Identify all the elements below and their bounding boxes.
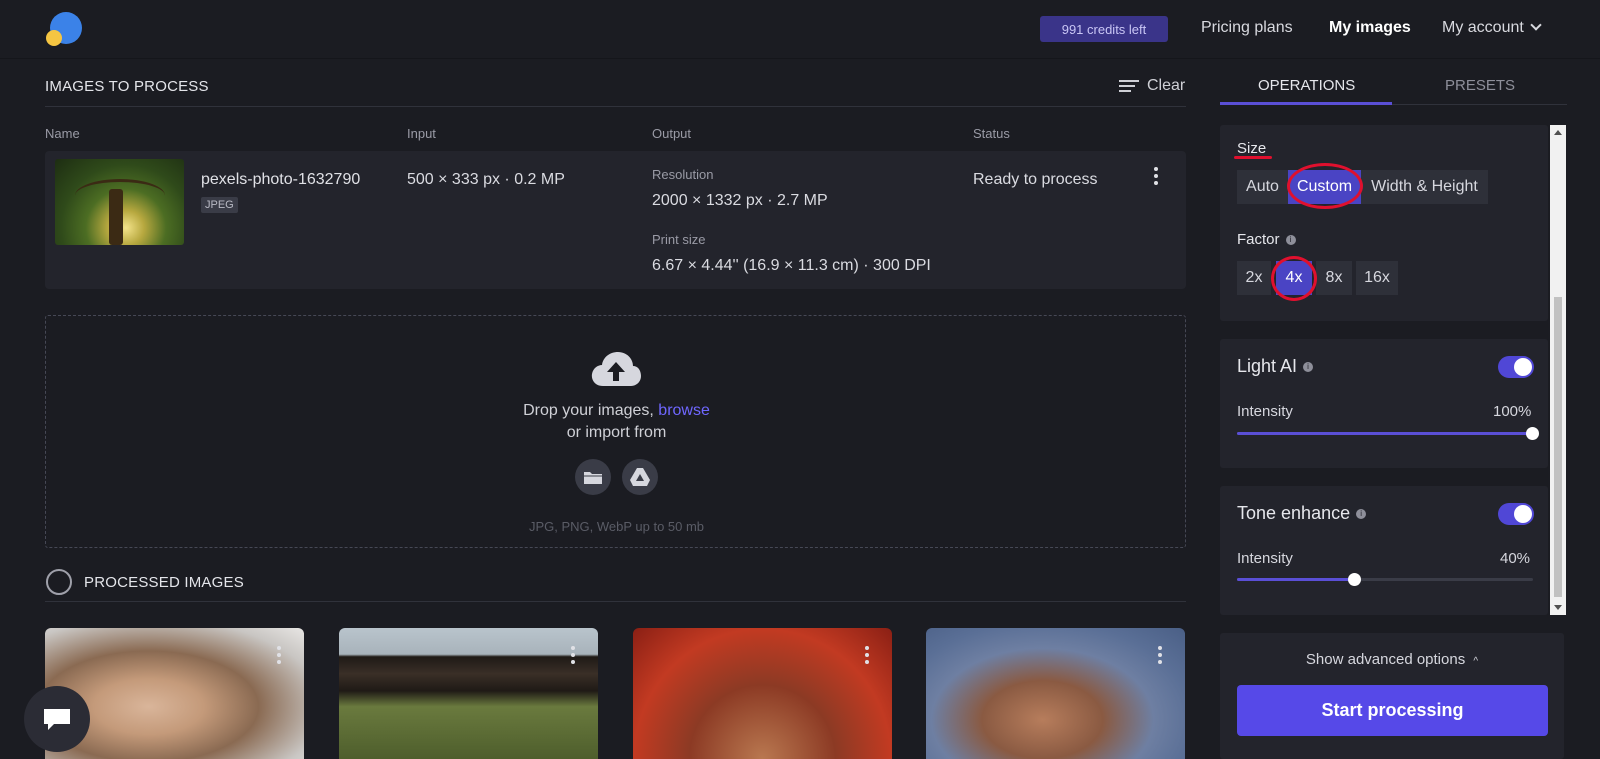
light-ai-intensity-label: Intensity (1237, 403, 1293, 420)
tone-intensity-label: Intensity (1237, 550, 1293, 567)
tone-intensity-value: 40% (1500, 550, 1531, 567)
clear-button[interactable]: Clear (1119, 77, 1185, 95)
size-width-height-button[interactable]: Width & Height (1361, 170, 1488, 204)
tone-enhance-toggle[interactable] (1498, 503, 1534, 525)
app-logo[interactable] (46, 12, 82, 46)
annotation-underline (1234, 156, 1272, 159)
column-header-output: Output (652, 126, 692, 141)
active-tab-indicator (1220, 102, 1392, 105)
processed-images-title: PROCESSED IMAGES (84, 574, 244, 591)
tone-enhance-label: Tone enhance (1237, 503, 1351, 523)
drop-text: Drop your images, browse (46, 402, 1187, 420)
size-label: Size (1237, 140, 1267, 157)
processed-image-card[interactable] (339, 628, 598, 759)
import-folder-button[interactable] (575, 459, 611, 495)
light-ai-label: Light AI (1237, 356, 1298, 376)
credits-badge[interactable]: 991 credits left (1040, 16, 1168, 42)
nav-pricing-plans[interactable]: Pricing plans (1201, 19, 1293, 37)
folder-icon (584, 472, 602, 484)
chat-button[interactable] (24, 686, 90, 752)
slider-handle[interactable] (1526, 427, 1539, 440)
processed-divider (45, 601, 1186, 602)
advanced-label: Show advanced options (1305, 651, 1466, 668)
input-size: 500 × 333 px · 0.2 MP (407, 171, 565, 188)
section-divider (45, 106, 1186, 107)
more-options-icon[interactable] (1157, 646, 1163, 666)
tone-enhance-label-row: Tone enhance i (1237, 503, 1367, 524)
toggle-knob (1514, 358, 1532, 376)
processed-image-card[interactable] (633, 628, 892, 759)
factor-4x-button[interactable]: 4x (1276, 261, 1312, 295)
import-google-drive-button[interactable] (622, 459, 658, 495)
tab-divider (1392, 104, 1567, 105)
factor-8x-button[interactable]: 8x (1316, 261, 1352, 295)
column-header-status: Status (973, 126, 1010, 141)
light-ai-intensity-value: 100% (1493, 403, 1532, 420)
column-header-input: Input (407, 126, 436, 141)
tab-operations[interactable]: OPERATIONS (1258, 77, 1355, 94)
chat-bubble-icon (44, 709, 70, 730)
info-icon[interactable]: i (1285, 235, 1296, 246)
start-processing-button[interactable]: Start processing (1237, 685, 1548, 736)
slider-handle[interactable] (1348, 573, 1361, 586)
resolution-label: Resolution (652, 167, 714, 182)
select-all-checkbox[interactable] (46, 569, 72, 595)
show-advanced-options[interactable]: Show advanced options ^ (1220, 651, 1564, 668)
status-text: Ready to process (973, 171, 1098, 188)
light-ai-toggle[interactable] (1498, 356, 1534, 378)
nav-my-account-label: My account (1442, 19, 1524, 36)
factor-label-row: Factor i (1237, 231, 1296, 248)
scroll-down-icon[interactable] (1554, 605, 1562, 610)
browse-link[interactable]: browse (658, 402, 710, 419)
tone-intensity-slider[interactable] (1237, 573, 1533, 586)
info-icon[interactable]: i (1303, 362, 1314, 373)
print-size: 6.67 × 4.44'' (16.9 × 11.3 cm) · 300 DPI (652, 257, 931, 274)
tab-presets[interactable]: PRESETS (1445, 77, 1515, 94)
print-size-label: Print size (652, 232, 706, 247)
info-icon[interactable]: i (1356, 509, 1367, 520)
top-bar: 991 credits left Pricing plans My images… (0, 0, 1600, 59)
more-options-icon[interactable] (864, 646, 870, 666)
file-types-hint: JPG, PNG, WebP up to 50 mb (528, 519, 705, 534)
chevron-up-icon: ^ (1473, 656, 1479, 667)
clear-list-icon (1119, 79, 1139, 93)
more-options-icon[interactable] (570, 646, 576, 666)
output-resolution: 2000 × 1332 px · 2.7 MP (652, 192, 828, 209)
light-ai-label-row: Light AI i (1237, 356, 1314, 377)
panel-scrollbar[interactable] (1550, 125, 1566, 615)
more-options-icon[interactable] (276, 646, 282, 666)
chevron-down-icon (1530, 19, 1542, 31)
logo-yellow-circle (46, 30, 62, 46)
clear-label: Clear (1147, 77, 1186, 94)
slider-fill (1237, 578, 1355, 581)
light-ai-intensity-slider[interactable] (1237, 427, 1539, 440)
scroll-up-icon[interactable] (1554, 130, 1562, 135)
factor-16x-button[interactable]: 16x (1356, 261, 1398, 295)
nav-my-images[interactable]: My images (1329, 19, 1411, 37)
size-custom-button[interactable]: Custom (1288, 170, 1361, 204)
images-to-process-title: IMAGES TO PROCESS (45, 78, 209, 95)
file-name: pexels-photo-1632790 (201, 171, 361, 188)
actions-card: Show advanced options ^ Start processing (1220, 633, 1564, 759)
scrollbar-thumb[interactable] (1554, 297, 1562, 597)
processed-image-card[interactable] (45, 628, 304, 759)
drop-zone[interactable]: Drop your images, browse or import from … (45, 315, 1186, 548)
nav-my-account[interactable]: My account (1442, 19, 1542, 37)
table-row: pexels-photo-1632790 JPEG 500 × 333 px ·… (45, 151, 1186, 289)
slider-fill (1237, 432, 1533, 435)
format-badge: JPEG (201, 197, 238, 213)
size-auto-button[interactable]: Auto (1237, 170, 1288, 204)
more-options-icon[interactable] (1153, 167, 1159, 187)
cloud-upload-icon (591, 352, 641, 386)
processed-image-card[interactable] (926, 628, 1185, 759)
image-thumbnail[interactable] (55, 159, 184, 245)
toggle-knob (1514, 505, 1532, 523)
factor-2x-button[interactable]: 2x (1237, 261, 1271, 295)
factor-label: Factor (1237, 231, 1280, 248)
drop-images-text: Drop your images, (523, 402, 654, 419)
column-header-name: Name (45, 126, 80, 141)
import-from-text: or import from (566, 424, 667, 441)
google-drive-icon (630, 468, 650, 486)
